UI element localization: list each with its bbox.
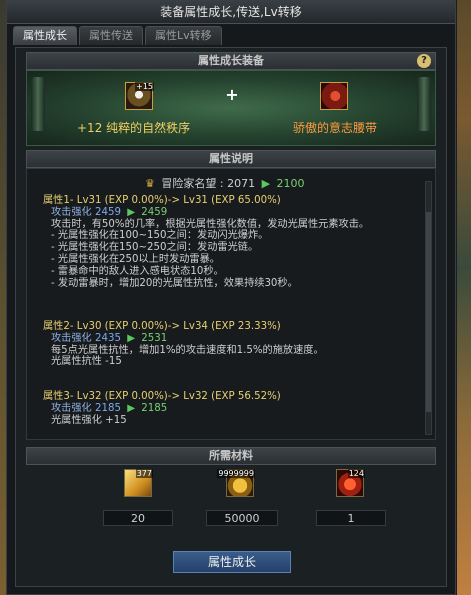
scroll-roller-right bbox=[417, 77, 431, 131]
material-count: 1 bbox=[316, 510, 386, 526]
material-badge: 124 bbox=[347, 469, 365, 478]
stat-from: 2459 bbox=[95, 206, 121, 218]
fame-icon: ♛ bbox=[145, 177, 155, 190]
attribute-3-line: 光属性强化 +15 bbox=[51, 414, 127, 426]
attribute-1-title: 属性1- Lv31 (EXP 0.00%)-> Lv31 (EXP 65.00%… bbox=[43, 195, 281, 206]
arrow-right-icon: ▶ bbox=[127, 402, 136, 414]
attribute-3-stat: 攻击强化 2185 ▶ 2185 bbox=[43, 403, 281, 415]
material-fire-icon[interactable]: 124 bbox=[336, 469, 365, 497]
equip-display: +15 + +12 纯粹的自然秩序 骄傲的意志腰带 bbox=[26, 70, 436, 146]
equip-section-header: 属性成长装备 ? bbox=[26, 52, 436, 70]
attribute-1-line: - 光属性强化在150~250之间：发动雷光链。 bbox=[51, 242, 259, 254]
stat-from: 2185 bbox=[95, 402, 121, 414]
desc-section-header: 属性说明 bbox=[26, 150, 436, 168]
attribute-3: 属性3- Lv32 (EXP 0.00%)-> Lv32 (EXP 56.52%… bbox=[43, 391, 281, 426]
stat-label: 攻击强化 bbox=[51, 332, 92, 344]
stat-from: 2435 bbox=[95, 332, 121, 344]
materials-area: 377 9999999 124 20 50000 1 bbox=[26, 465, 436, 551]
attribute-1-stat: 攻击强化 2459 ▶ 2459 bbox=[43, 207, 369, 219]
scrollbar-thumb[interactable] bbox=[426, 212, 431, 412]
window-title[interactable]: 装备属性成长,传送,Lv转移 bbox=[7, 1, 455, 24]
equip-slot-weapon[interactable]: +15 bbox=[125, 82, 154, 110]
description-scrollbar[interactable] bbox=[425, 181, 432, 435]
attribute-description-box: ♛ 冒险家名望 : 2071 ▶ 2100 属性1- Lv31 (EXP 0.0… bbox=[26, 168, 436, 440]
arrow-right-icon: ▶ bbox=[127, 332, 136, 344]
main-panel: 属性成长装备 ? +15 + +12 纯粹的自然秩序 骄傲的意志腰带 属性说明 … bbox=[15, 47, 447, 587]
attribute-2-stat: 攻击强化 2435 ▶ 2531 bbox=[43, 333, 324, 345]
attribute-1-line: - 发动雷暴时，增加20的光属性抗性，效果持续30秒。 bbox=[51, 277, 298, 289]
materials-section-title: 所需材料 bbox=[209, 449, 253, 462]
material-count: 50000 bbox=[206, 510, 278, 526]
attribute-3-title: 属性3- Lv32 (EXP 0.00%)-> Lv32 (EXP 56.52%… bbox=[43, 391, 281, 402]
material-crystal-icon[interactable]: 377 bbox=[124, 469, 153, 497]
material-badge: 9999999 bbox=[217, 469, 255, 478]
materials-section-header: 所需材料 bbox=[26, 447, 436, 465]
game-background-right bbox=[457, 0, 471, 595]
fame-value: 冒险家名望 : 2071 bbox=[161, 177, 256, 190]
equip-name-1: +12 纯粹的自然秩序 bbox=[77, 121, 191, 135]
stat-to: 2185 bbox=[141, 402, 168, 414]
arrow-right-icon: ▶ bbox=[261, 177, 271, 190]
adventurer-fame: ♛ 冒险家名望 : 2071 ▶ 2100 bbox=[145, 175, 305, 191]
stat-label: 攻击强化 bbox=[51, 402, 92, 414]
attribute-2: 属性2- Lv30 (EXP 0.00%)-> Lv34 (EXP 23.33%… bbox=[43, 321, 324, 368]
attribute-2-title: 属性2- Lv30 (EXP 0.00%)-> Lv34 (EXP 23.33%… bbox=[43, 321, 281, 332]
tab-attribute-lv-transfer[interactable]: 属性Lv转移 bbox=[145, 26, 222, 45]
desc-section-title: 属性说明 bbox=[209, 152, 253, 165]
equip-slot-belt[interactable] bbox=[320, 82, 348, 110]
tab-attribute-growth[interactable]: 属性成长 bbox=[13, 26, 77, 45]
help-icon[interactable]: ? bbox=[417, 54, 431, 68]
stat-label: 攻击强化 bbox=[51, 206, 92, 218]
attribute-1-line: 攻击时，有50%的几率，根据光属性强化数值，发动光属性元素攻击。 bbox=[51, 218, 370, 230]
attribute-1-line: - 光属性强化在100~150之间：发动闪光爆炸。 bbox=[51, 230, 269, 242]
material-badge: 377 bbox=[135, 469, 153, 478]
material-gold-icon[interactable]: 9999999 bbox=[217, 469, 255, 497]
equip-badge: +15 bbox=[135, 82, 154, 91]
equip-section-title: 属性成长装备 bbox=[198, 54, 264, 67]
stat-to: 2531 bbox=[141, 332, 168, 344]
attribute-1: 属性1- Lv31 (EXP 0.00%)-> Lv31 (EXP 65.00%… bbox=[43, 195, 369, 289]
attribute-1-line: - 雷暴命中的敌人进入感电状态10秒。 bbox=[51, 265, 224, 277]
plus-icon: + bbox=[225, 85, 239, 104]
stat-to: 2459 bbox=[141, 206, 168, 218]
equipment-growth-window: 装备属性成长,传送,Lv转移 属性成长 属性传送 属性Lv转移 属性成长装备 ?… bbox=[6, 0, 456, 595]
attribute-2-line: 每5点光属性抗性，增加1%的攻击速度和1.5%的施放速度。 bbox=[51, 344, 324, 356]
tab-attribute-transfer[interactable]: 属性传送 bbox=[79, 26, 143, 45]
scroll-roller-left bbox=[31, 77, 45, 131]
material-count: 20 bbox=[103, 510, 173, 526]
fame-target: 2100 bbox=[276, 177, 305, 190]
attribute-1-line: - 光属性强化在250以上时发动雷暴。 bbox=[51, 253, 220, 265]
tab-bar: 属性成长 属性传送 属性Lv转移 bbox=[13, 26, 222, 45]
attribute-growth-button[interactable]: 属性成长 bbox=[173, 551, 291, 573]
attribute-2-line: 光属性抗性 -15 bbox=[51, 356, 122, 368]
arrow-right-icon: ▶ bbox=[127, 206, 136, 218]
equip-name-2: 骄傲的意志腰带 bbox=[293, 121, 378, 135]
